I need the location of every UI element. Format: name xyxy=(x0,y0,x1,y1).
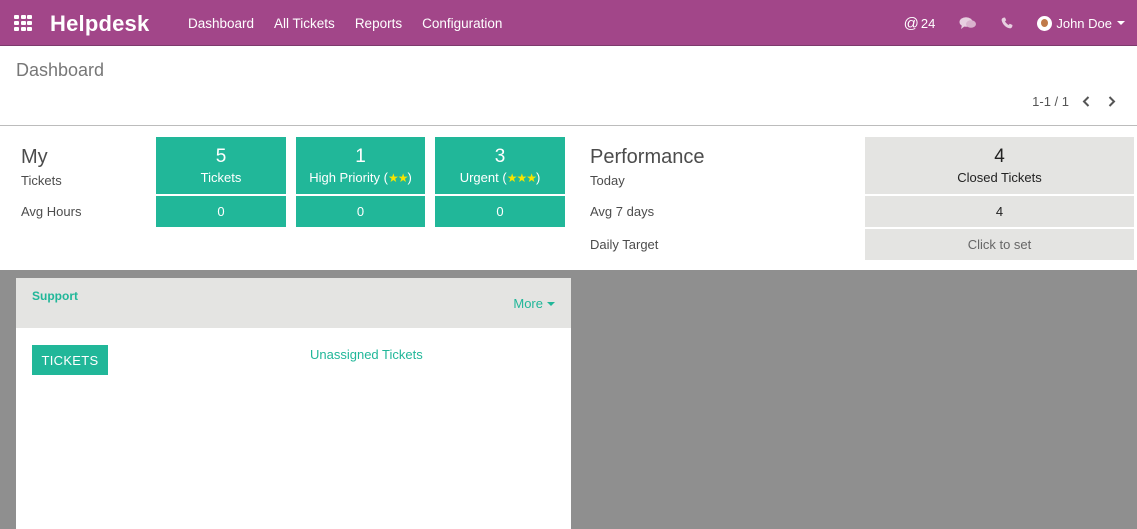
performance-heading: Performance xyxy=(590,146,705,168)
performance-daily-target-label: Daily Target xyxy=(590,237,659,252)
team-card-title[interactable]: Support xyxy=(32,289,78,303)
top-navbar: Helpdesk Dashboard All Tickets Reports C… xyxy=(0,0,1137,46)
apps-grid-icon[interactable] xyxy=(14,15,32,31)
high-priority-caption: High Priority (★★) xyxy=(296,170,425,185)
messaging-button[interactable] xyxy=(947,16,989,30)
closed-tickets-caption: Closed Tickets xyxy=(957,170,1042,185)
high-priority-paren-close: ) xyxy=(407,170,412,185)
pager-value[interactable]: 1-1 / 1 xyxy=(1032,94,1069,109)
tickets-button[interactable]: TICKETS xyxy=(32,345,108,375)
team-card-support: Support More TICKETS Unassigned Tickets xyxy=(16,278,571,529)
my-avg-hours-label: Avg Hours xyxy=(21,204,82,219)
urgent-caption: Urgent (★★★) xyxy=(435,170,565,185)
user-name: John Doe xyxy=(1056,15,1112,31)
main-menu: Dashboard All Tickets Reports Configurat… xyxy=(178,0,512,46)
avg-7-days-value: 4 xyxy=(865,196,1134,227)
performance-today-label: Today xyxy=(590,173,625,188)
my-tickets-avg-tile[interactable]: 0 xyxy=(156,196,286,227)
performance-avg7-label: Avg 7 days xyxy=(590,204,655,219)
menu-item-all-tickets[interactable]: All Tickets xyxy=(264,16,345,31)
my-tickets-count: 5 xyxy=(215,146,227,167)
pager: 1-1 / 1 xyxy=(1032,92,1121,110)
daily-target-set-button[interactable]: Click to set xyxy=(865,229,1134,260)
page-title: Dashboard xyxy=(16,60,105,80)
high-priority-label: High Priority xyxy=(309,170,380,185)
unassigned-tickets-link[interactable]: Unassigned Tickets xyxy=(310,347,423,362)
closed-tickets-tile: 4 Closed Tickets xyxy=(865,137,1134,194)
pager-previous-icon[interactable] xyxy=(1077,92,1095,110)
high-priority-tile[interactable]: 1 High Priority (★★) xyxy=(296,137,425,194)
menu-item-configuration[interactable]: Configuration xyxy=(412,16,512,31)
mentions-count: 24 xyxy=(920,15,936,31)
phone-button[interactable] xyxy=(989,17,1025,29)
chat-bubbles-icon xyxy=(959,16,977,30)
control-panel: Dashboard 1-1 / 1 xyxy=(0,46,1137,126)
user-menu[interactable]: John Doe xyxy=(1025,15,1137,31)
systray: @ 24 John Doe xyxy=(892,0,1137,46)
menu-item-dashboard[interactable]: Dashboard xyxy=(178,16,264,31)
my-tickets-tile[interactable]: 5 Tickets xyxy=(156,137,286,194)
my-tickets-label: Tickets xyxy=(21,173,62,188)
app-brand: Helpdesk xyxy=(50,11,150,36)
my-tickets-caption: Tickets xyxy=(200,170,242,185)
more-label: More xyxy=(513,296,543,311)
pager-next-icon[interactable] xyxy=(1103,92,1121,110)
high-priority-avg-tile[interactable]: 0 xyxy=(296,196,425,227)
more-dropdown[interactable]: More xyxy=(513,296,555,311)
my-heading: My xyxy=(21,146,48,168)
user-avatar xyxy=(1037,15,1053,31)
urgent-count: 3 xyxy=(494,146,506,167)
dashboard-stats: My Tickets Avg Hours 5 Tickets 0 1 High … xyxy=(0,126,1137,270)
at-sign-icon: @ xyxy=(903,14,919,32)
mentions-button[interactable]: @ 24 xyxy=(892,15,948,32)
urgent-paren-close: ) xyxy=(535,170,541,185)
team-card-header: Support More xyxy=(16,278,571,328)
menu-item-reports[interactable]: Reports xyxy=(345,16,412,31)
urgent-label: Urgent xyxy=(459,170,499,185)
closed-tickets-count: 4 xyxy=(994,146,1005,167)
high-priority-count: 1 xyxy=(355,146,366,167)
chevron-down-icon xyxy=(1117,21,1125,25)
phone-icon xyxy=(1001,17,1013,29)
urgent-tile[interactable]: 3 Urgent (★★★) xyxy=(435,137,565,194)
star-icon: ★★ xyxy=(387,171,408,185)
urgent-avg-tile[interactable]: 0 xyxy=(435,196,565,227)
star-icon: ★★★ xyxy=(506,171,537,185)
caret-down-icon xyxy=(547,301,555,306)
